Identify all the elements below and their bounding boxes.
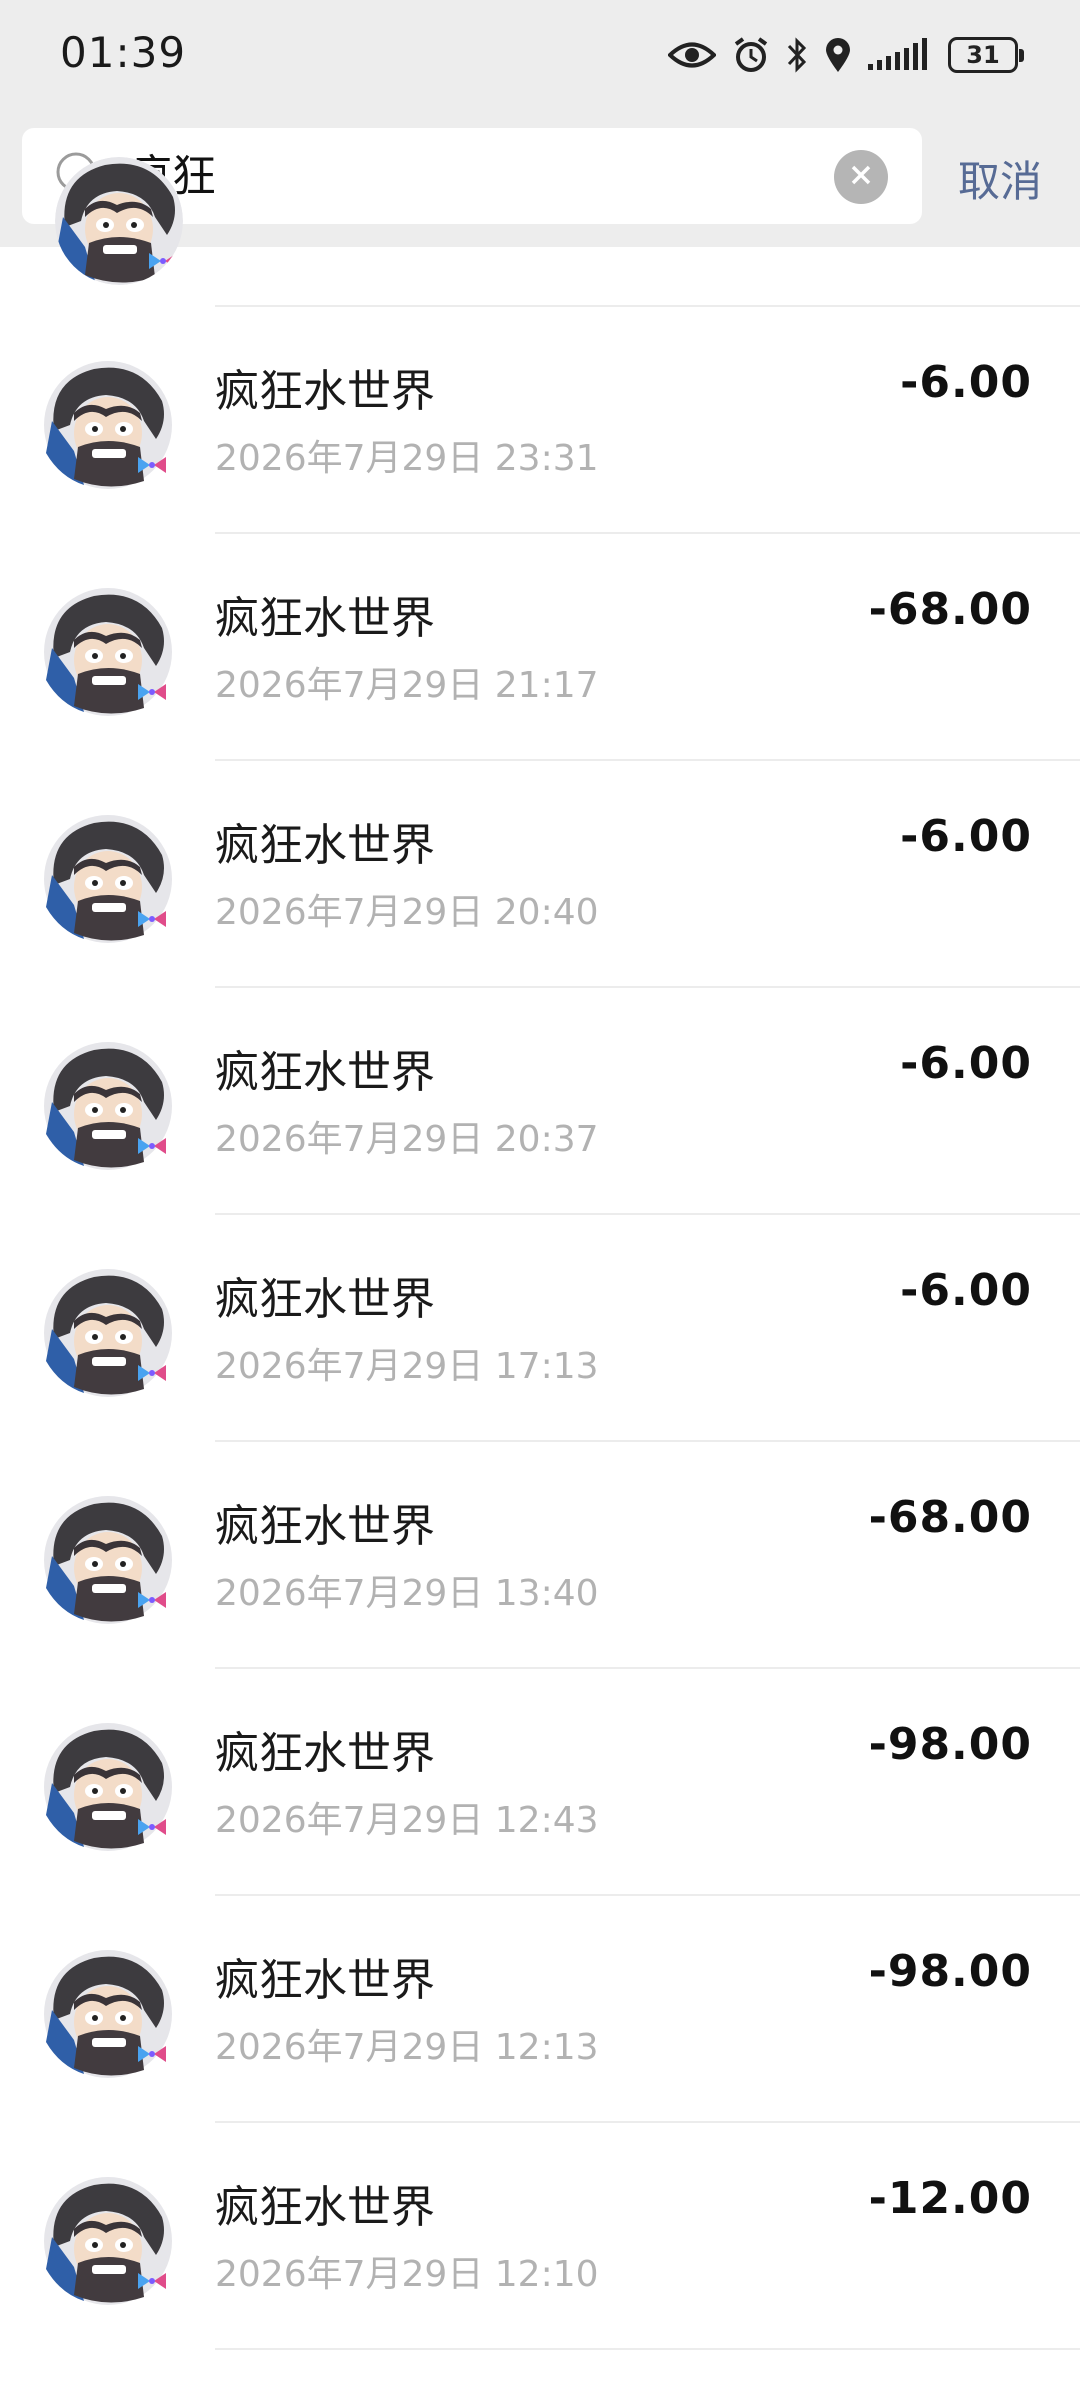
transaction-amount: -6.00 [900, 357, 1032, 408]
list-item[interactable]: 疯狂水世界 2026年7月29日 12:43 -98.00 [0, 1669, 1080, 1896]
transaction-date: 2026年7月29日 12:43 [215, 1800, 599, 1841]
status-icons: 31 [668, 30, 1024, 80]
merchant-name: 疯狂水世界 [215, 1274, 435, 1325]
list-item[interactable]: 疯狂水世界 2026年7月29日 20:37 -6.00 [0, 988, 1080, 1215]
transaction-amount: -12.00 [868, 2173, 1032, 2224]
transaction-amount: -6.00 [900, 1038, 1032, 1089]
avatar [44, 1042, 172, 1170]
merchant-name: 疯狂水世界 [215, 1501, 435, 1552]
avatar [44, 1723, 172, 1851]
alarm-icon [732, 36, 770, 74]
signal-icon [868, 38, 932, 72]
location-icon [824, 36, 852, 74]
transaction-date: 2026年7月29日 20:37 [215, 1119, 599, 1160]
merchant-name: 疯狂水世界 [215, 1955, 435, 2006]
transaction-amount: -6.00 [900, 1265, 1032, 1316]
list-item[interactable]: 疯狂水世界 2026年7月29日 12:13 -98.00 [0, 1896, 1080, 2123]
list-item[interactable]: 疯狂水世界 2026年7月29日 12:10 -12.00 [0, 2123, 1080, 2350]
avatar [55, 157, 183, 285]
avatar [44, 1950, 172, 2078]
avatar [44, 1269, 172, 1397]
avatar [44, 1496, 172, 1624]
list-item[interactable]: 疯狂水世界 2026年7月29日 23:31 -6.00 [0, 307, 1080, 534]
merchant-name: 疯狂水世界 [215, 1047, 435, 1098]
transaction-amount: -98.00 [868, 1719, 1032, 1770]
list-item[interactable]: 疯狂水世界 2026年7月29日 13:40 -68.00 [0, 1442, 1080, 1669]
cancel-button[interactable]: 取消 [958, 148, 1042, 209]
list-item[interactable]: 疯狂水世界 2026年7月29日 21:17 -68.00 [0, 534, 1080, 761]
transaction-date: 2026年7月29日 12:13 [215, 2027, 599, 2068]
transaction-amount: -6.00 [900, 811, 1032, 862]
clear-search-button[interactable] [834, 150, 888, 204]
merchant-name: 疯狂水世界 [215, 1728, 435, 1779]
avatar [44, 815, 172, 943]
close-icon [850, 164, 872, 190]
status-time: 01:39 [60, 28, 187, 77]
bluetooth-icon [786, 36, 808, 74]
transaction-date: 2026年7月29日 12:10 [215, 2254, 599, 2295]
transaction-amount: -98.00 [868, 1946, 1032, 1997]
merchant-name: 疯狂水世界 [215, 366, 435, 417]
transaction-list: 疯狂水世界 2026年7月29日 23:31 -6.00 疯狂水世界 2026年7月29… [0, 247, 1080, 2350]
list-item-partial[interactable] [215, 247, 1080, 307]
list-item[interactable]: 疯狂水世界 2026年7月29日 17:13 -6.00 [0, 1215, 1080, 1442]
avatar [44, 2177, 172, 2305]
eye-icon [668, 40, 716, 70]
list-item[interactable]: 疯狂水世界 2026年7月29日 20:40 -6.00 [0, 761, 1080, 988]
transaction-date: 2026年7月29日 13:40 [215, 1573, 599, 1614]
transaction-amount: -68.00 [868, 584, 1032, 635]
divider [215, 2348, 1080, 2350]
merchant-name: 疯狂水世界 [215, 593, 435, 644]
avatar [44, 361, 172, 489]
battery-icon: 31 [948, 37, 1024, 73]
avatar [44, 588, 172, 716]
search-input[interactable] [126, 146, 830, 208]
transaction-amount: -68.00 [868, 1492, 1032, 1543]
merchant-name: 疯狂水世界 [215, 2182, 435, 2233]
status-bar: 01:39 31 [0, 0, 1080, 110]
transaction-date: 2026年7月29日 20:40 [215, 892, 599, 933]
transaction-date: 2026年7月29日 21:17 [215, 665, 599, 706]
merchant-name: 疯狂水世界 [215, 820, 435, 871]
transaction-date: 2026年7月29日 17:13 [215, 1346, 599, 1387]
transaction-date: 2026年7月29日 23:31 [215, 438, 599, 479]
